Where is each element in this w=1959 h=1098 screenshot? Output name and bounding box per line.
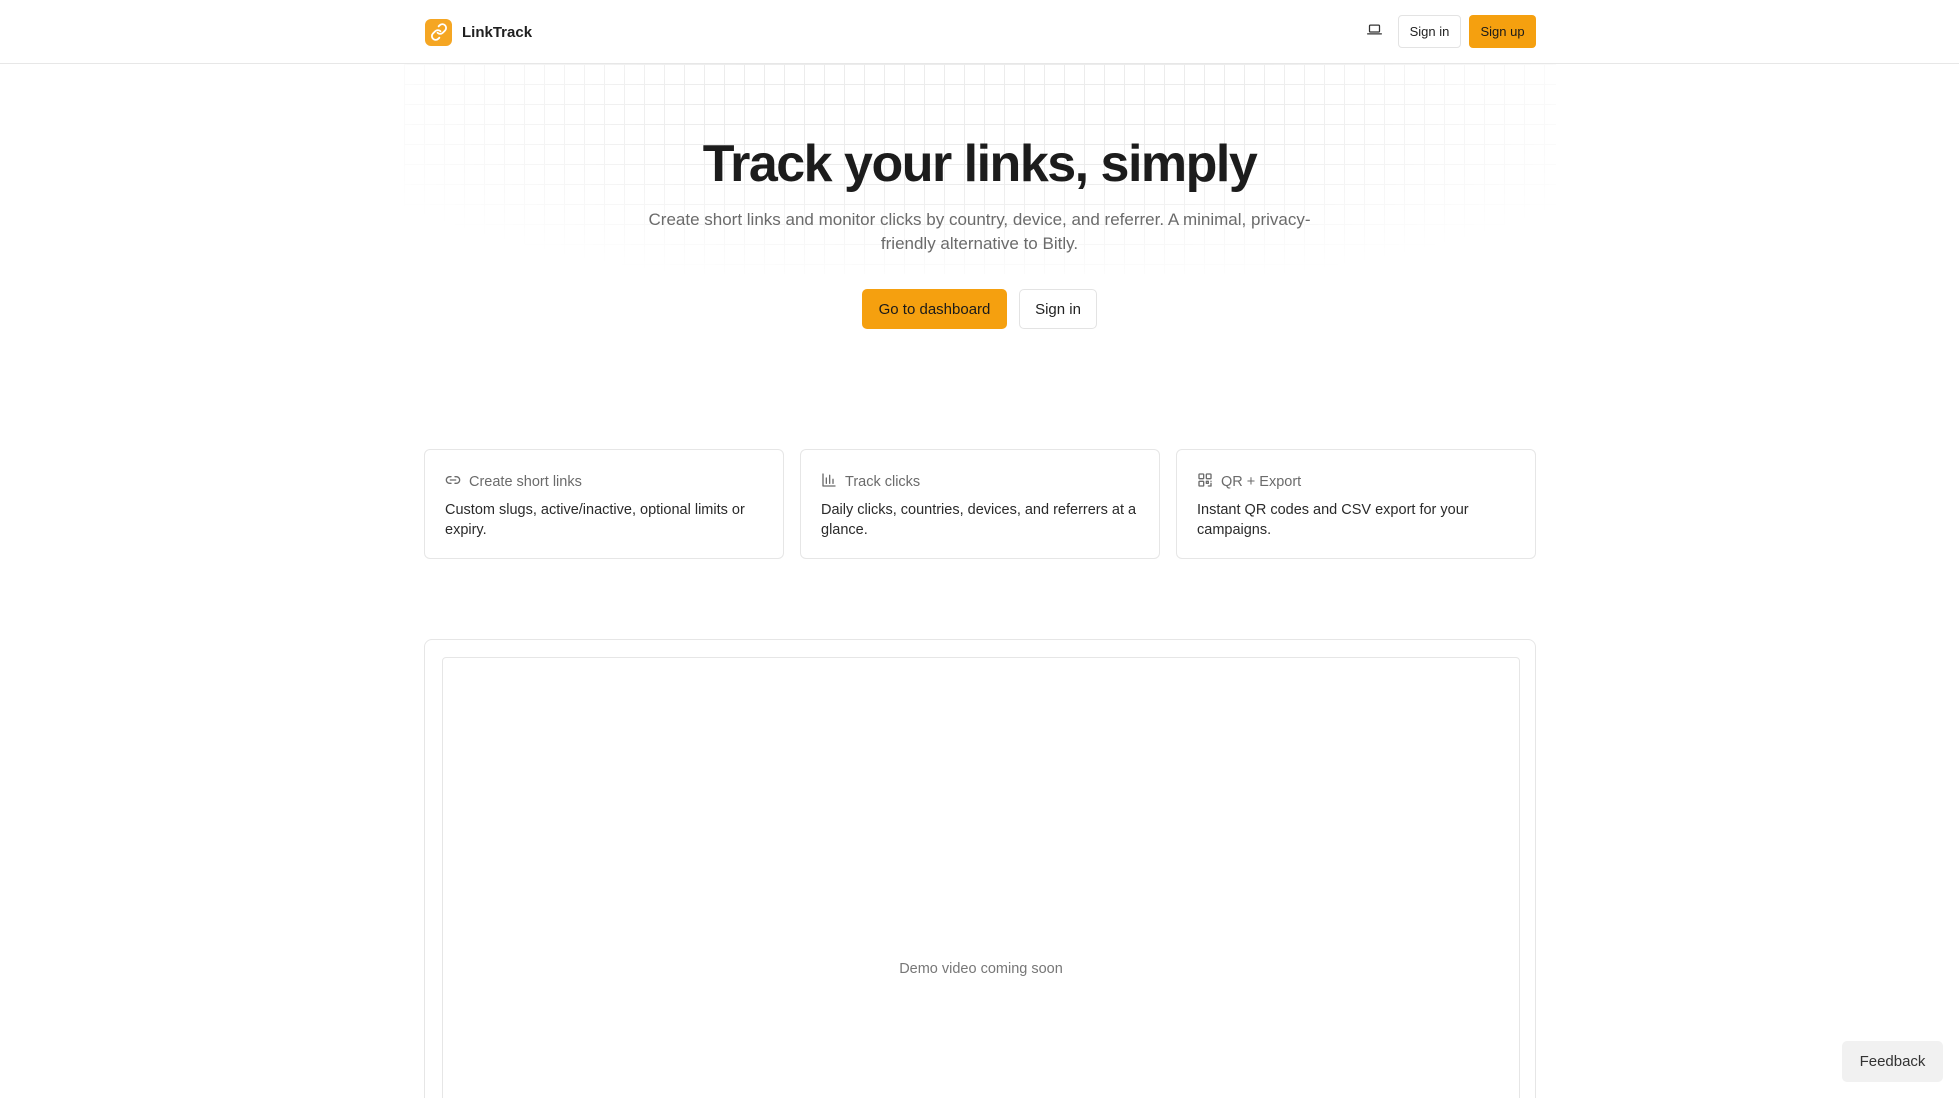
feature-card-qr-export: QR + Export Instant QR codes and CSV exp…	[1176, 449, 1536, 559]
go-to-dashboard-button[interactable]: Go to dashboard	[862, 289, 1007, 329]
link-icon	[425, 18, 452, 46]
brand-name: LinkTrack	[462, 23, 533, 41]
feature-description: Instant QR codes and CSV export for your…	[1197, 502, 1469, 538]
header-signup-button[interactable]: Sign up	[1469, 15, 1536, 48]
feedback-button[interactable]: Feedback	[1842, 1041, 1943, 1082]
feature-card-header: Create short links	[445, 472, 582, 492]
brand[interactable]: LinkTrack	[425, 18, 532, 46]
demo-video-placeholder: Demo video coming soon	[899, 961, 1063, 977]
feature-description: Daily clicks, countries, devices, and re…	[821, 502, 1137, 538]
bar-chart-icon	[821, 472, 837, 492]
qr-code-icon	[1197, 472, 1213, 492]
hero-subtitle: Create short links and monitor clicks by…	[648, 210, 1311, 253]
hero-signin-button[interactable]: Sign in	[1019, 289, 1097, 329]
top-nav: LinkTrack Sign in Sign up	[0, 0, 1959, 64]
feature-card-track-clicks: Track clicks Daily clicks, countries, de…	[800, 449, 1160, 559]
feature-description: Custom slugs, active/inactive, optional …	[445, 502, 745, 538]
laptop-icon	[1366, 23, 1382, 41]
landing-page: LinkTrack Sign in Sign up Track your lin…	[0, 0, 1959, 1098]
theme-toggle-button[interactable]	[1362, 22, 1386, 42]
feature-title: Create short links	[469, 474, 582, 490]
feature-card-short-links: Create short links Custom slugs, active/…	[424, 449, 784, 559]
demo-video-section: Demo video coming soon	[424, 639, 1536, 1098]
feature-title: QR + Export	[1221, 474, 1302, 490]
feature-card-header: Track clicks	[821, 472, 920, 492]
hero-title: Track your links, simply	[702, 135, 1258, 193]
link-icon	[445, 472, 461, 492]
header-signin-button[interactable]: Sign in	[1398, 15, 1461, 48]
feature-title: Track clicks	[845, 474, 921, 490]
feature-card-header: QR + Export	[1197, 472, 1301, 492]
demo-video-frame: Demo video coming soon	[442, 657, 1520, 1098]
